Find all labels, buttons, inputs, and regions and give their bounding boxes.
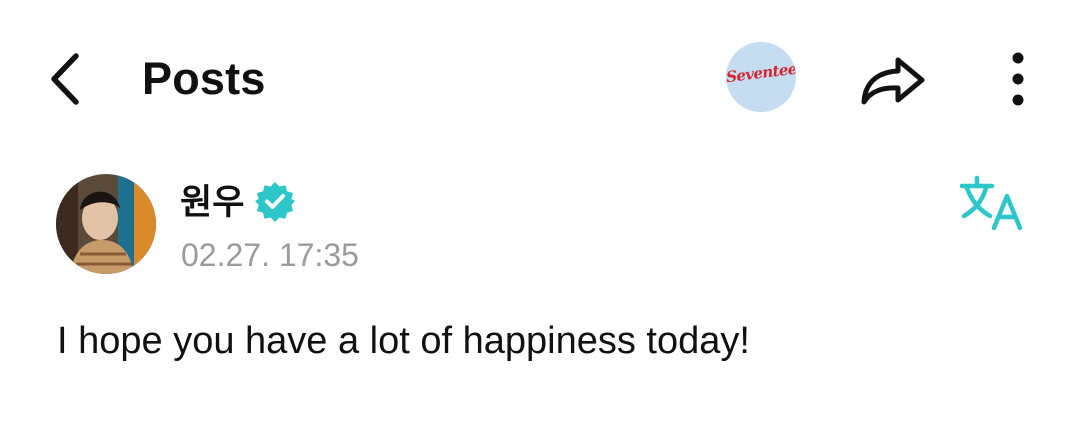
author-name[interactable]: 원우 [180,183,244,223]
community-logo-button[interactable]: Seventeen [726,42,796,112]
back-button[interactable] [40,48,96,110]
verified-badge-icon [255,182,295,222]
share-button[interactable] [858,50,930,110]
more-options-button[interactable] [998,48,1038,112]
avatar-image [56,174,156,274]
author-avatar[interactable] [56,174,156,274]
more-vertical-icon [1012,52,1024,106]
translate-icon [959,175,1023,231]
community-logo-text: Seventeen [726,58,796,87]
post-timestamp: 02.27. 17:35 [181,237,359,273]
share-icon [861,57,925,105]
chevron-left-icon [51,53,79,105]
translate-button[interactable] [959,174,1028,232]
page-title: Posts [142,53,266,104]
top-app-bar: Posts Seventeen [0,0,1080,160]
post-body-text: I hope you have a lot of happiness today… [57,320,750,362]
